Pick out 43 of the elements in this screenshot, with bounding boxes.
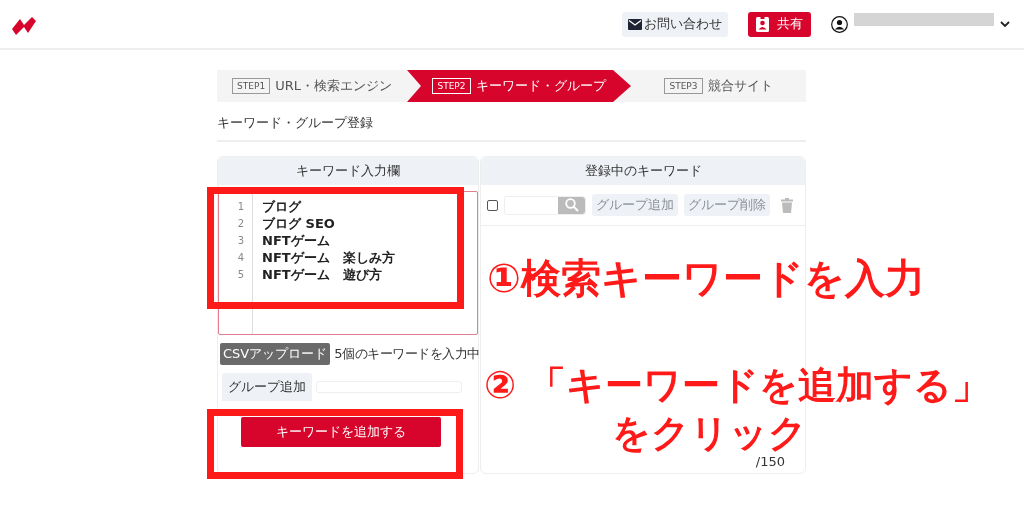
- id-badge-icon: [756, 16, 769, 32]
- annotation-text: 「キーワードを追加する」: [528, 366, 990, 404]
- keyword-line: ブログ SEO: [262, 215, 336, 232]
- step-badge: STEP3: [664, 78, 703, 94]
- keyword-line: NFTゲーム 楽しみ方: [262, 249, 395, 266]
- step-tab[interactable]: STEP2 キーワード・グループ: [407, 70, 631, 102]
- contact-button[interactable]: お問い合わせ: [622, 11, 728, 37]
- section-title: キーワード・グループ登録: [217, 102, 806, 142]
- panel-title: キーワード入力欄: [218, 157, 478, 185]
- step-label: キーワード・グループ: [475, 77, 606, 95]
- add-keywords-button[interactable]: キーワードを追加する: [241, 417, 441, 447]
- trash-icon[interactable]: [781, 197, 793, 213]
- keyword-counter: /150: [755, 454, 785, 469]
- line-number: 1: [236, 200, 245, 214]
- line-number: 2: [236, 217, 245, 231]
- step-tab[interactable]: STEP1 URL・検索エンジン: [217, 70, 407, 102]
- keyword-line: NFTゲーム 遊び方: [262, 266, 383, 283]
- group-label: グループ追加: [222, 373, 312, 401]
- keyword-editor[interactable]: 1 2 3 4 5 ブログ ブログ SEO NFTゲーム NFTゲーム 楽しみ方 NFTゲーム 遊び方: [218, 191, 478, 335]
- annotation-number: ②: [484, 366, 517, 404]
- line-number: 5: [236, 268, 245, 282]
- line-number: 3: [236, 234, 245, 248]
- step-label: 競合サイト: [707, 77, 773, 95]
- keyword-line: NFTゲーム: [262, 232, 331, 249]
- annotation-text: をクリック: [612, 414, 807, 452]
- step-badge: STEP1: [232, 78, 271, 94]
- step-tab[interactable]: STEP3 競合サイト: [631, 70, 806, 102]
- search-field[interactable]: [504, 195, 586, 215]
- step-badge: STEP2: [432, 78, 471, 94]
- chevron-down-icon[interactable]: [1000, 20, 1010, 28]
- line-number: 4: [236, 251, 245, 265]
- share-button[interactable]: 共有: [748, 11, 811, 37]
- select-all-checkbox[interactable]: [487, 199, 498, 211]
- search-icon[interactable]: [558, 196, 585, 214]
- keyword-count-text: 5個のキーワードを入力中: [334, 345, 480, 363]
- envelope-icon: [628, 18, 642, 30]
- user-avatar-icon[interactable]: [831, 15, 848, 33]
- annotation-text: ①検索キーワードを入力: [487, 258, 925, 298]
- keyword-line: ブログ: [262, 198, 303, 215]
- logo-icon: [10, 15, 38, 37]
- panel-title: 登録中のキーワード: [481, 157, 805, 185]
- csv-upload-button[interactable]: CSVアップロード: [220, 343, 331, 365]
- step-label: URL・検索エンジン: [275, 77, 392, 95]
